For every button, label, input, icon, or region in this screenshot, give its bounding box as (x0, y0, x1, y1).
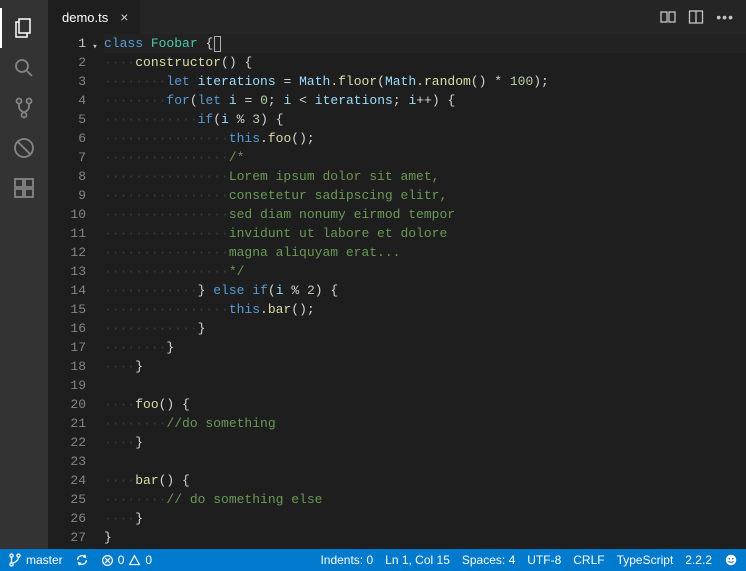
version-status[interactable]: 2.2.2 (685, 553, 712, 567)
code-line[interactable]: ········//do something (104, 414, 746, 433)
code-line[interactable]: ················magna aliquyam erat... (104, 243, 746, 262)
code-line[interactable]: ················/* (104, 148, 746, 167)
debug-icon[interactable] (0, 128, 48, 168)
problems-status[interactable]: 0 0 (101, 553, 152, 567)
more-icon[interactable]: ••• (716, 9, 734, 25)
text-cursor (214, 36, 221, 52)
code-line[interactable]: ····} (104, 433, 746, 452)
branch-name: master (26, 553, 63, 567)
line-number: 14 (48, 281, 86, 300)
line-number: 17 (48, 338, 86, 357)
error-count: 0 (118, 553, 125, 567)
code-content[interactable]: class Foobar {····constructor() {·······… (104, 34, 746, 549)
code-line[interactable]: ············} else if(i % 2) { (104, 281, 746, 300)
code-line[interactable]: ················Lorem ipsum dolor sit am… (104, 167, 746, 186)
line-number: 20 (48, 395, 86, 414)
line-number: 11 (48, 224, 86, 243)
code-line[interactable]: ················*/ (104, 262, 746, 281)
editor-area: demo.ts × ••• 12345678910111213141516171… (48, 0, 746, 549)
sync-status[interactable] (75, 553, 89, 567)
code-line[interactable]: ················consetetur sadipscing el… (104, 186, 746, 205)
line-number: 8 (48, 167, 86, 186)
indents-status[interactable]: Indents: 0 (320, 553, 373, 567)
line-number: 18 (48, 357, 86, 376)
close-icon[interactable]: × (118, 9, 130, 25)
code-line[interactable]: class Foobar { (104, 34, 746, 53)
line-number: 4 (48, 91, 86, 110)
fold-icon[interactable]: ▾ (90, 38, 100, 57)
code-line[interactable]: ········} (104, 338, 746, 357)
line-number: 9 (48, 186, 86, 205)
line-number: 23 (48, 452, 86, 471)
line-number: 19 (48, 376, 86, 395)
code-line[interactable]: ········// do something else (104, 490, 746, 509)
code-line[interactable] (104, 376, 746, 395)
code-line[interactable]: ····constructor() { (104, 53, 746, 72)
source-control-icon[interactable] (0, 88, 48, 128)
code-line[interactable]: ····bar() { (104, 471, 746, 490)
line-number: 27 (48, 528, 86, 547)
line-number: 5 (48, 110, 86, 129)
code-line[interactable]: ········for(let i = 0; i < iterations; i… (104, 91, 746, 110)
extensions-icon[interactable] (0, 168, 48, 208)
code-line[interactable]: ····} (104, 509, 746, 528)
code-editor[interactable]: 1234567891011121314151617181920212223242… (48, 34, 746, 549)
line-number: 3 (48, 72, 86, 91)
code-line[interactable]: ····} (104, 357, 746, 376)
feedback-icon[interactable] (724, 553, 738, 567)
encoding-status[interactable]: UTF-8 (527, 553, 561, 567)
code-line[interactable]: } (104, 528, 746, 547)
code-line[interactable]: ····foo() { (104, 395, 746, 414)
tab-label: demo.ts (62, 10, 108, 25)
line-number-gutter: 1234567891011121314151617181920212223242… (48, 34, 104, 549)
line-number: 24 (48, 471, 86, 490)
line-number: 7 (48, 148, 86, 167)
eol-status[interactable]: CRLF (573, 553, 604, 567)
code-line[interactable] (104, 452, 746, 471)
code-line[interactable]: ················invidunt ut labore et do… (104, 224, 746, 243)
search-icon[interactable] (0, 48, 48, 88)
activity-bar (0, 0, 48, 549)
tab-bar: demo.ts × ••• (48, 0, 746, 34)
split-editor-icon[interactable] (688, 9, 704, 25)
git-branch-status[interactable]: master (8, 553, 63, 567)
line-number: 21 (48, 414, 86, 433)
line-number: 12 (48, 243, 86, 262)
spaces-status[interactable]: Spaces: 4 (462, 553, 515, 567)
warning-count: 0 (145, 553, 152, 567)
line-number: 15 (48, 300, 86, 319)
line-number: 1 (48, 34, 86, 53)
line-number: 6 (48, 129, 86, 148)
code-line[interactable]: ············} (104, 319, 746, 338)
line-number: 2 (48, 53, 86, 72)
compare-icon[interactable] (660, 9, 676, 25)
cursor-position-status[interactable]: Ln 1, Col 15 (385, 553, 450, 567)
line-number: 26 (48, 509, 86, 528)
code-line[interactable]: ········let iterations = Math.floor(Math… (104, 72, 746, 91)
line-number: 16 (48, 319, 86, 338)
line-number: 10 (48, 205, 86, 224)
code-line[interactable]: ············if(i % 3) { (104, 110, 746, 129)
tab-demo-ts[interactable]: demo.ts × (48, 0, 141, 34)
code-line[interactable]: ················sed diam nonumy eirmod t… (104, 205, 746, 224)
language-status[interactable]: TypeScript (617, 553, 674, 567)
line-number: 13 (48, 262, 86, 281)
code-line[interactable]: ················this.bar(); (104, 300, 746, 319)
line-number: 25 (48, 490, 86, 509)
code-line[interactable]: ················this.foo(); (104, 129, 746, 148)
explorer-icon[interactable] (0, 8, 48, 48)
line-number: 22 (48, 433, 86, 452)
status-bar: master 0 0 Indents: 0 Ln 1, Col 15 Space… (0, 549, 746, 571)
